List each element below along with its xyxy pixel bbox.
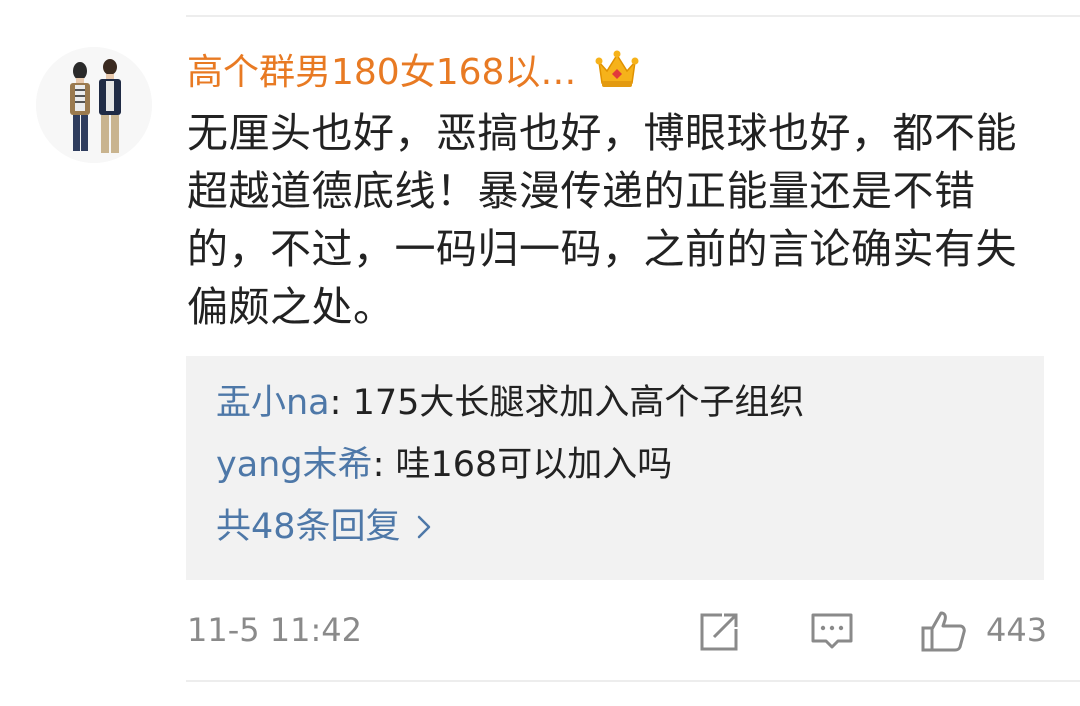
like-count: 443 <box>986 611 1048 649</box>
top-divider <box>186 15 1080 17</box>
thumbs-up-icon[interactable] <box>920 607 968 655</box>
reply-separator: : <box>372 445 396 485</box>
comment-username[interactable]: 高个群男180女168以… <box>187 48 576 98</box>
reply-item[interactable]: 盂小na: 175大长腿求加入高个子组织 <box>216 378 804 428</box>
chevron-right-icon <box>417 515 430 539</box>
more-replies-link[interactable]: 共48条回复 <box>216 502 431 552</box>
more-replies-label: 共48条回复 <box>216 507 401 547</box>
reply-username[interactable]: yang末希 <box>216 445 373 485</box>
avatar[interactable] <box>36 47 152 163</box>
reply-content: 175大长腿求加入高个子组织 <box>352 383 805 423</box>
crown-icon[interactable] <box>594 47 640 93</box>
reply-separator: : <box>329 383 353 423</box>
reply-preview-box[interactable]: 盂小na: 175大长腿求加入高个子组织 yang末希: 哇168可以加入吗 共… <box>186 356 1044 580</box>
reply-item[interactable]: yang末希: 哇168可以加入吗 <box>216 440 672 490</box>
reply-username[interactable]: 盂小na <box>216 383 330 423</box>
share-icon[interactable] <box>696 607 744 655</box>
bottom-divider <box>186 680 1080 682</box>
comment-timestamp: 11-5 11:42 <box>187 611 363 649</box>
comment-icon[interactable] <box>808 607 856 655</box>
comment-text: 无厘头也好，恶搞也好，博眼球也好，都不能超越道德底线！暴漫传递的正能量还是不错的… <box>187 109 1017 331</box>
reply-content: 哇168可以加入吗 <box>395 445 673 485</box>
